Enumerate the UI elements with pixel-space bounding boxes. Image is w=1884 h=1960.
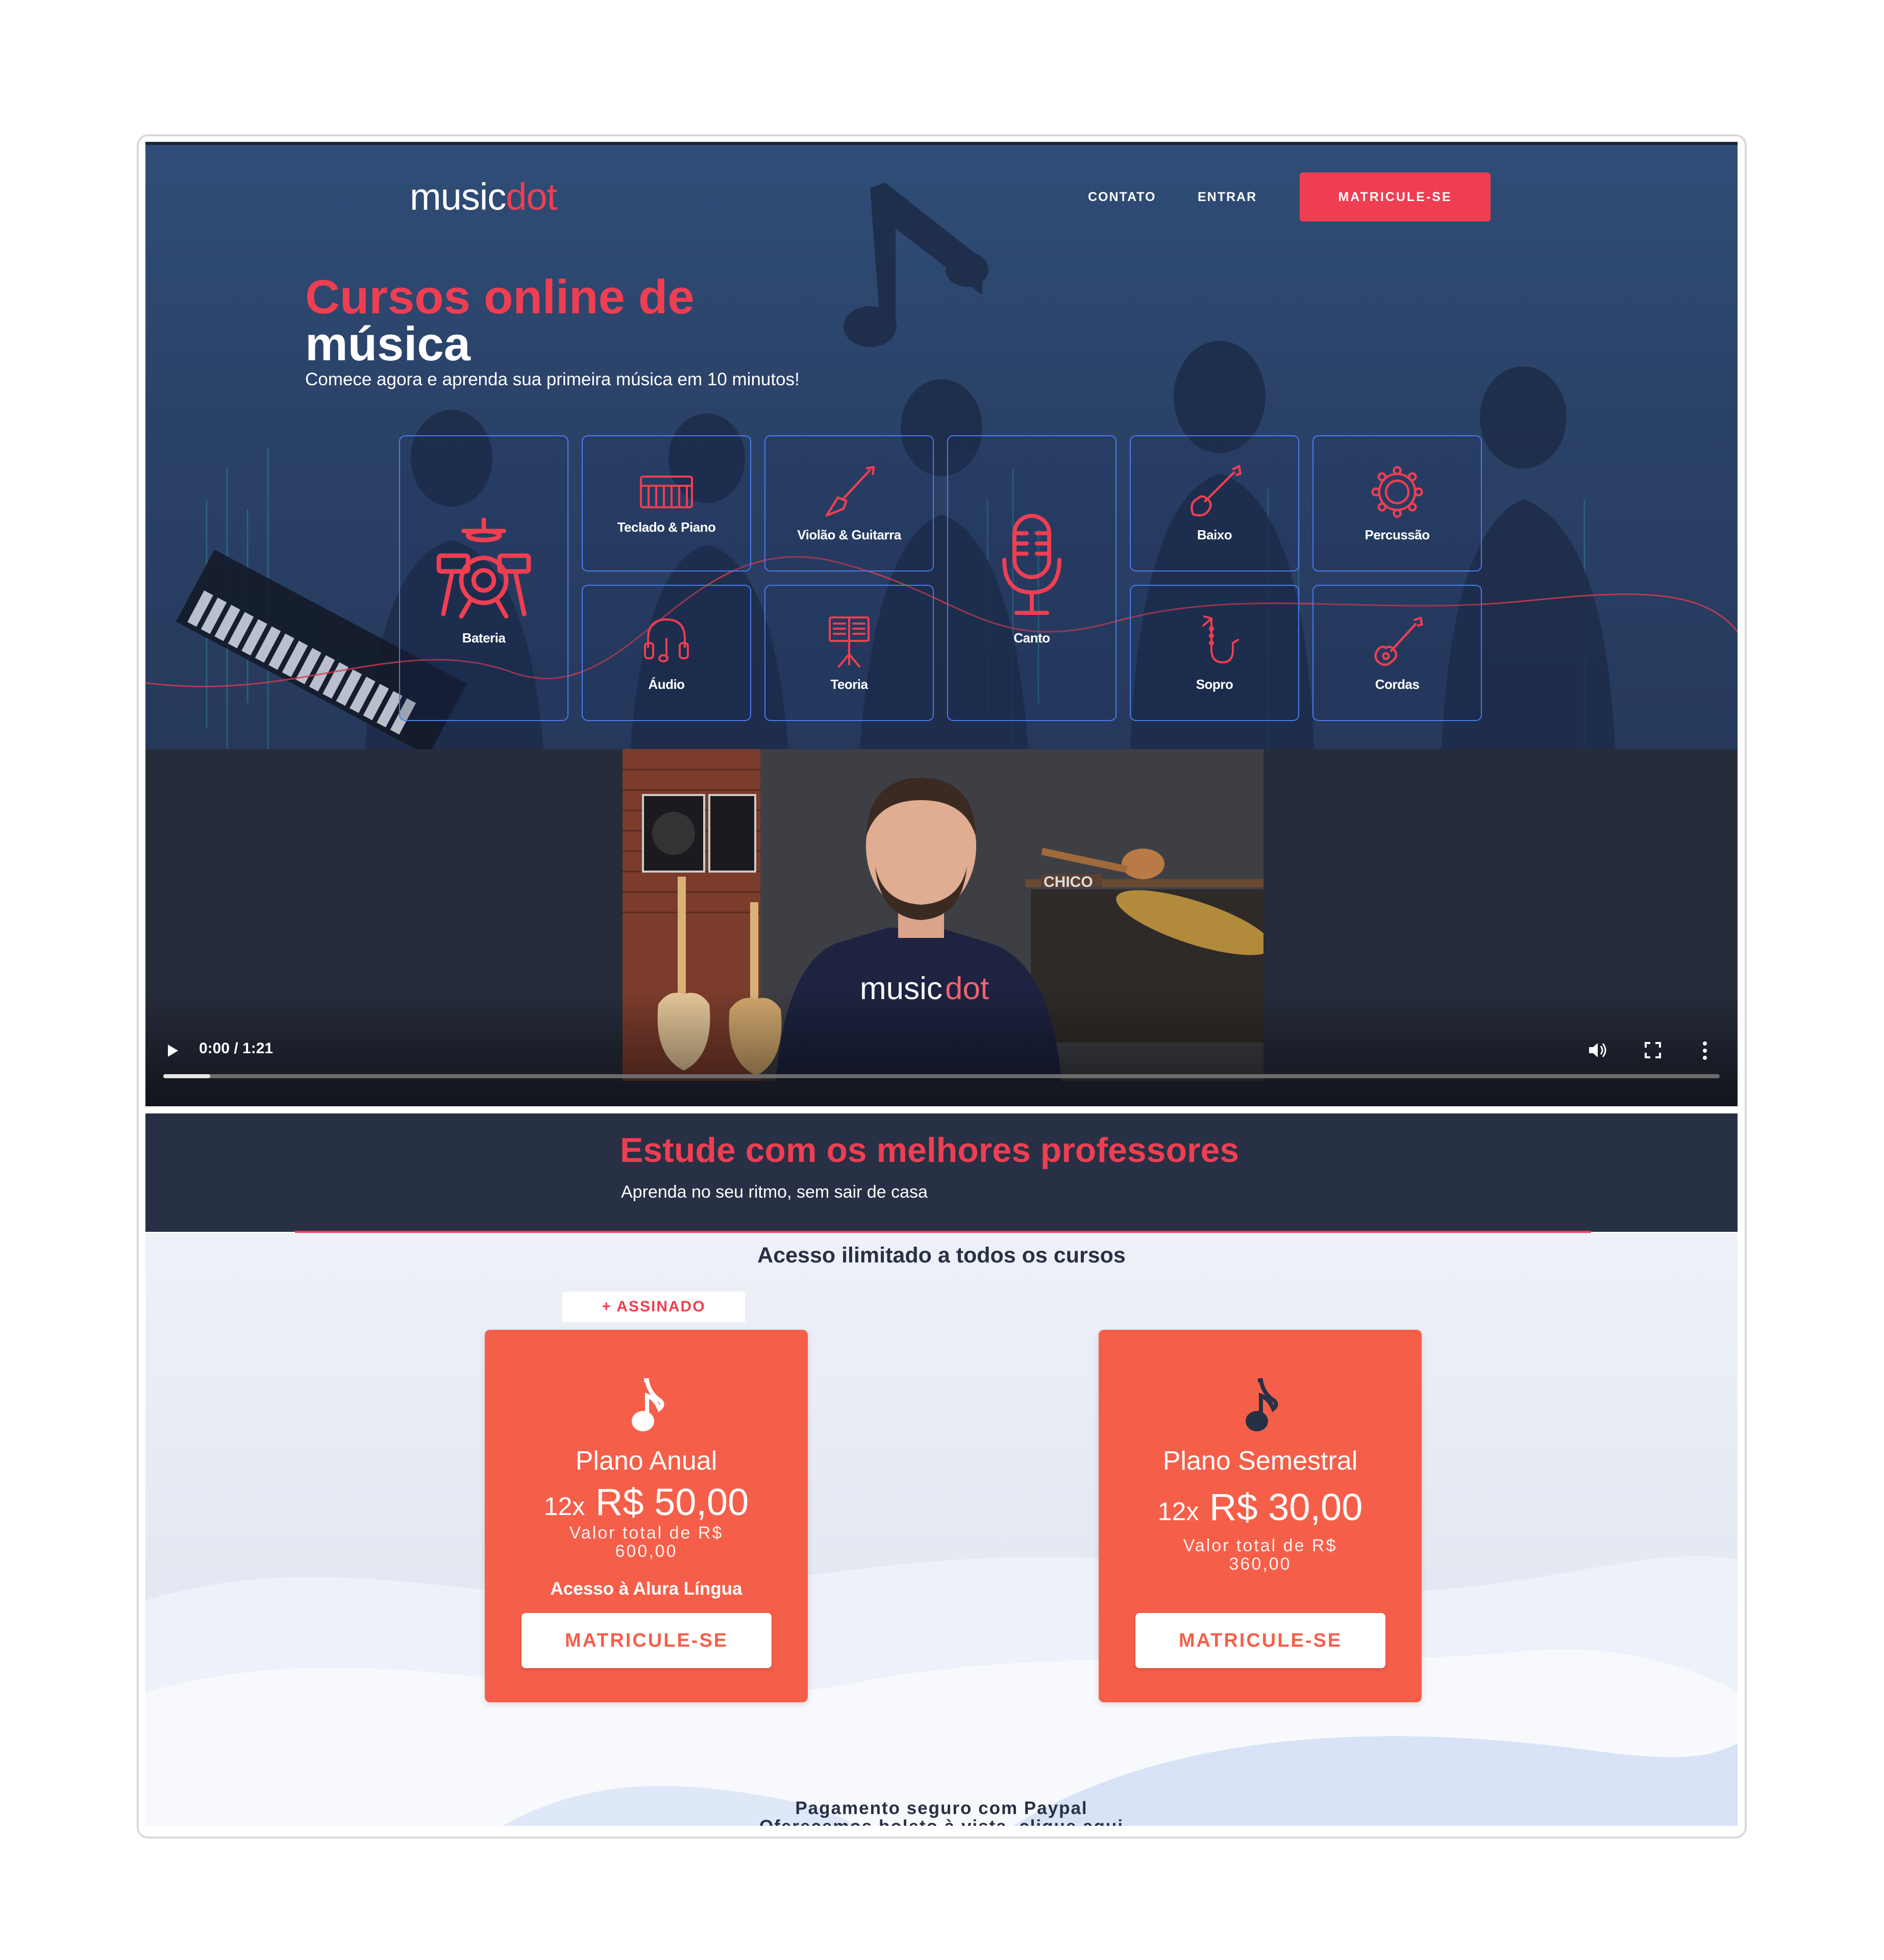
category-tile-canto[interactable]: Canto: [947, 435, 1117, 721]
nav-contact-link[interactable]: CONTATO: [1088, 172, 1156, 221]
tile-label: Baixo: [1197, 527, 1232, 542]
tile-label: Percussão: [1365, 527, 1430, 542]
plan-name: Plano Anual: [575, 1446, 717, 1476]
plan-total: Valor total de R$ 600,00: [569, 1523, 724, 1561]
logo-text: music: [410, 175, 506, 218]
hero-background-art: [145, 183, 1738, 749]
hero-title-line1: Cursos online de: [305, 270, 695, 324]
nav-contact-label: CONTATO: [1088, 189, 1156, 204]
category-tile-bateria[interactable]: Bateria: [399, 435, 568, 721]
payment-secure-text: Pagamento seguro com Paypal: [795, 1798, 1088, 1818]
microphone-icon: [1002, 513, 1061, 615]
pricing-section: Acesso ilimitado a todos os cursos Plano…: [145, 1233, 1738, 1826]
plan-card-annual: Plano Anual 12x R$ 50,00 Valor total de …: [485, 1330, 808, 1702]
category-tile-teclado-piano[interactable]: Teclado & Piano: [582, 435, 751, 572]
video-progress-bar[interactable]: [163, 1074, 1720, 1078]
headphones-icon: [644, 618, 689, 662]
tile-label: Cordas: [1375, 677, 1420, 692]
category-tile-cordas[interactable]: Cordas: [1312, 585, 1482, 721]
enroll-semester-button[interactable]: MATRICULE-SE: [1135, 1613, 1385, 1668]
subscribed-badge: + ASSINADO: [562, 1292, 745, 1322]
category-tile-teoria[interactable]: Teoria: [764, 585, 934, 721]
nav-login-label: ENTRAR: [1198, 189, 1257, 204]
bass-icon: [1191, 465, 1242, 517]
plan-total: Valor total de R$ 360,00: [1183, 1536, 1337, 1574]
drum-kit-icon: [436, 517, 531, 618]
hero-title: Cursos online de música: [305, 270, 695, 370]
more-vertical-icon: [1703, 1041, 1707, 1060]
category-tile-violao-guitarra[interactable]: Violão & Guitarra: [764, 435, 934, 572]
tile-label: Canto: [1013, 630, 1050, 646]
volume-icon: [1589, 1043, 1606, 1057]
play-button[interactable]: [166, 1043, 180, 1063]
video-time: 0:00 / 1:21: [199, 1040, 274, 1057]
guitar-icon: [825, 466, 875, 517]
video-player[interactable]: CHICO music do: [145, 749, 1738, 1106]
tile-label: Sopro: [1196, 677, 1233, 692]
category-tile-audio[interactable]: Áudio: [582, 585, 751, 721]
plan-price: 12x R$ 50,00: [485, 1480, 808, 1524]
plan-extra: Acesso à Alura Língua: [550, 1579, 742, 1599]
enroll-button[interactable]: MATRICULE-SE: [1300, 172, 1491, 221]
keyboard-icon: [640, 476, 693, 508]
tambourine-icon: [1371, 466, 1423, 518]
pricing-background-waves: [145, 1556, 1738, 1826]
tile-label: Teoria: [830, 677, 868, 692]
pricing-title: Acesso ilimitado a todos os cursos: [757, 1243, 1126, 1268]
plan-installments: 12x: [1157, 1497, 1199, 1526]
video-sign-text: CHICO: [1044, 874, 1093, 890]
teachers-subtitle: Aprenda no seu ritmo, sem sair de casa: [621, 1182, 928, 1202]
hero-title-line2: música: [305, 317, 470, 370]
plan-card-semester: Plano Semestral 12x R$ 30,00 Valor total…: [1099, 1330, 1422, 1702]
hero-subtitle: Comece agora e aprenda sua primeira músi…: [305, 369, 800, 389]
category-tile-percussao[interactable]: Percussão: [1312, 435, 1482, 572]
boleto-link[interactable]: Oferecemos boleto à vista, clique aqui: [145, 1818, 1738, 1826]
violin-icon: [1374, 616, 1423, 666]
tile-label: Teclado & Piano: [617, 519, 716, 535]
music-stand-icon: [829, 616, 870, 667]
music-note-icon: [485, 1378, 808, 1434]
plan-installments: 12x: [543, 1492, 585, 1521]
saxophone-icon: [1202, 615, 1239, 663]
musicdot-logo[interactable]: music dot: [410, 168, 557, 225]
category-tile-sopro[interactable]: Sopro: [1130, 585, 1299, 721]
tile-label: Violão & Guitarra: [797, 527, 901, 542]
volume-button[interactable]: [1588, 1041, 1608, 1063]
section-divider: [145, 1106, 1738, 1113]
nav-login-link[interactable]: ENTRAR: [1198, 172, 1257, 221]
landing-page: music dot CONTATO ENTRAR MATRICULE-SE Cur…: [145, 142, 1738, 1826]
plan-price-value: R$ 30,00: [1209, 1486, 1363, 1528]
fullscreen-icon: [1645, 1042, 1661, 1058]
payment-info: Pagamento seguro com Paypal Oferecemos b…: [145, 1799, 1738, 1826]
play-icon: [168, 1045, 178, 1057]
video-controls-shade: [145, 989, 1738, 1106]
video-progress-fill: [163, 1074, 210, 1078]
plan-price-value: R$ 50,00: [595, 1481, 749, 1523]
tile-label: Bateria: [462, 630, 506, 646]
category-tile-baixo[interactable]: Baixo: [1130, 435, 1299, 572]
tile-label: Áudio: [648, 677, 685, 692]
teachers-section: Estude com os melhores professores Apren…: [145, 1113, 1738, 1232]
plan-price: 12x R$ 30,00: [1099, 1485, 1422, 1529]
logo-accent-text: dot: [506, 175, 557, 218]
hero-section: music dot CONTATO ENTRAR MATRICULE-SE Cur…: [145, 142, 1738, 749]
music-note-icon: [1099, 1378, 1422, 1434]
teachers-title: Estude com os melhores professores: [620, 1131, 1240, 1170]
plan-name: Plano Semestral: [1162, 1446, 1358, 1476]
fullscreen-button[interactable]: [1644, 1041, 1662, 1063]
more-options-button[interactable]: [1702, 1041, 1708, 1064]
enroll-annual-button[interactable]: MATRICULE-SE: [522, 1613, 772, 1668]
